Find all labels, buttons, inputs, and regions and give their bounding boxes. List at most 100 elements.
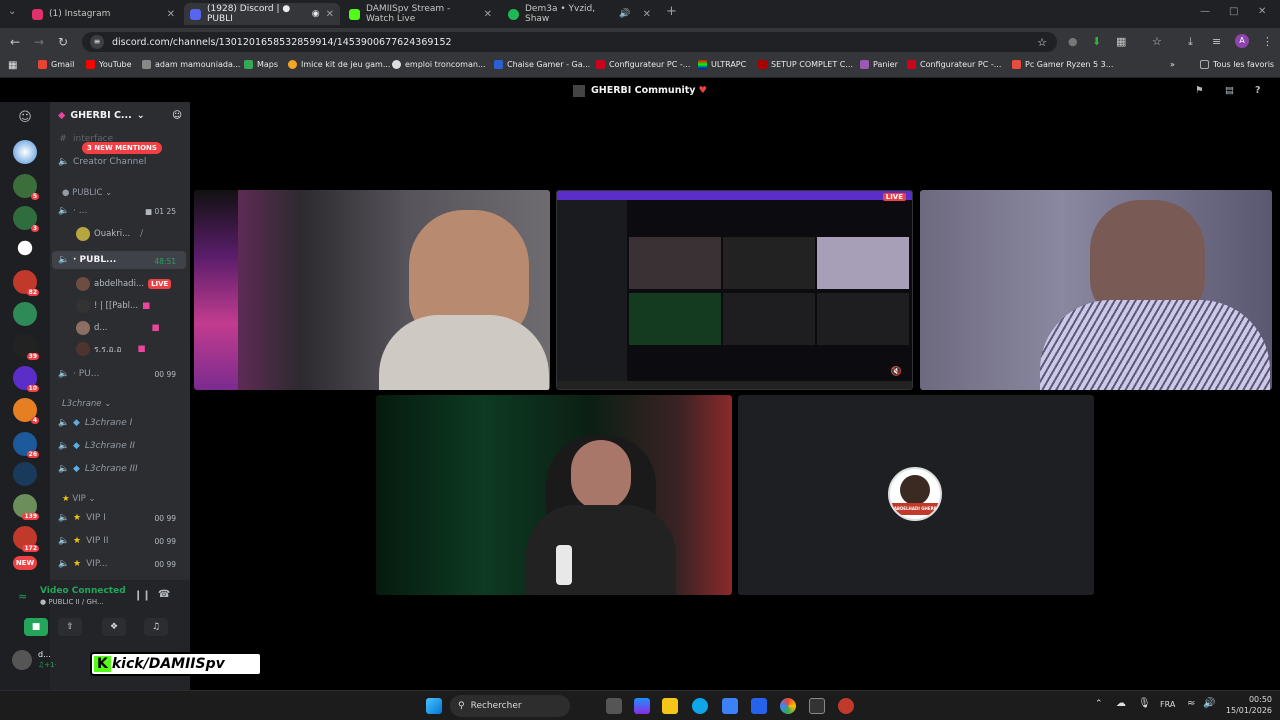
- bookmark-adam[interactable]: adam mamouniada...: [142, 60, 240, 69]
- bookmark-star-icon[interactable]: ☆: [1037, 36, 1047, 49]
- bookmarks-overflow-icon[interactable]: »: [1170, 60, 1175, 69]
- favorites-icon[interactable]: ☆: [1152, 35, 1162, 48]
- bookmark-maps[interactable]: Maps: [244, 60, 278, 69]
- copilot-icon[interactable]: [634, 698, 650, 714]
- new-tab-icon[interactable]: +: [666, 4, 677, 19]
- category-l3chrane[interactable]: L3chrane ⌄: [62, 399, 111, 409]
- bookmark-youtube[interactable]: YouTube: [86, 60, 132, 69]
- app-icon[interactable]: [838, 698, 854, 714]
- back-icon[interactable]: ←: [10, 35, 20, 49]
- bookmark-gmail[interactable]: Gmail: [38, 60, 74, 69]
- server-icon[interactable]: [13, 302, 37, 326]
- activities-button[interactable]: ❖: [102, 618, 126, 636]
- all-bookmarks[interactable]: Tous les favoris: [1200, 60, 1274, 69]
- server-header[interactable]: ◆ GHERBI C... ⌄ ☺: [58, 110, 182, 121]
- voice-user[interactable]: abdelhadi... LIVE: [76, 277, 172, 291]
- voice-user[interactable]: ร.ร.อ.อ ■: [76, 342, 145, 356]
- mute-icon[interactable]: 🔇: [891, 367, 902, 377]
- bookmark-pc-gamer[interactable]: Pc Gamer Ryzen 5 3...: [1012, 60, 1113, 69]
- bookmark-ultrapc[interactable]: ULTRAPC: [698, 60, 746, 69]
- tab-discord[interactable]: (1928) Discord | ● PUBLI ◉ ✕: [184, 3, 340, 25]
- task-view-icon[interactable]: [606, 698, 622, 714]
- server-icon[interactable]: 139: [13, 494, 39, 520]
- reload-icon[interactable]: ↻: [58, 35, 68, 49]
- server-icon[interactable]: 4: [13, 398, 39, 424]
- category-vip[interactable]: ★ VIP ⌄: [62, 494, 96, 504]
- video-tile-abdelhadi[interactable]: [194, 190, 550, 390]
- profile-avatar[interactable]: A: [1235, 34, 1249, 48]
- server-icon[interactable]: [13, 462, 37, 486]
- chrome-icon[interactable]: [780, 698, 796, 714]
- pin-icon[interactable]: ⚑: [1195, 80, 1204, 102]
- downloads-icon[interactable]: ⤓: [1188, 35, 1193, 49]
- extensions-puzzle-icon[interactable]: ▦: [1116, 35, 1126, 48]
- close-icon[interactable]: ✕: [326, 9, 334, 20]
- server-icon[interactable]: 82: [13, 270, 39, 296]
- maximize-icon[interactable]: □: [1229, 6, 1238, 17]
- screenshare-button[interactable]: ⇧: [58, 618, 82, 636]
- server-icon[interactable]: [13, 140, 37, 164]
- voice-channel-1[interactable]: 🔈 · ...: [58, 206, 87, 216]
- outlook-icon[interactable]: [751, 698, 767, 714]
- new-badge[interactable]: NEW: [13, 556, 37, 570]
- wifi-icon[interactable]: ≈: [1187, 698, 1195, 709]
- video-tile-user[interactable]: [920, 190, 1272, 390]
- bookmark-setup[interactable]: SETUP COMPLET C...: [758, 60, 853, 69]
- media-icon[interactable]: ≡: [1212, 35, 1221, 48]
- inbox-icon[interactable]: ▤: [1225, 80, 1234, 102]
- server-icon[interactable]: 39: [13, 334, 39, 360]
- voice-channel-vip-3[interactable]: 🔈 ★ VIP...: [58, 559, 108, 569]
- stream-screen-share[interactable]: LIVE 🔇: [556, 190, 913, 390]
- new-mentions-pill[interactable]: 3 NEW MENTIONS: [82, 142, 162, 154]
- bookmark-panier[interactable]: Panier: [860, 60, 898, 69]
- server-icon[interactable]: 10: [13, 366, 39, 392]
- tray-chevron-icon[interactable]: ⌃: [1095, 699, 1103, 709]
- taskbar-search[interactable]: ⚲ Rechercher: [450, 695, 570, 717]
- clock[interactable]: 00:50 15/01/2026: [1222, 694, 1272, 716]
- apps-icon[interactable]: ▦: [8, 60, 17, 71]
- extension-icon[interactable]: ●: [1068, 35, 1078, 48]
- server-icon[interactable]: 172: [13, 526, 39, 552]
- bookmark-configurateur-1[interactable]: Configurateur PC -...: [596, 60, 690, 69]
- microphone-icon[interactable]: 🎙: [1138, 698, 1151, 709]
- voice-user[interactable]: d... ■: [76, 321, 160, 335]
- url-input[interactable]: ≡ discord.com/channels/13012016585328599…: [82, 32, 1057, 52]
- voice-channel-l3chrane-3[interactable]: 🔈 ◆ L3chrane III: [58, 464, 138, 474]
- edge-icon[interactable]: [692, 698, 708, 714]
- disconnect-icon[interactable]: ☎: [158, 589, 170, 600]
- menu-icon[interactable]: ⋮: [1262, 35, 1273, 48]
- voice-channel-vip-1[interactable]: 🔈 ★ VIP I: [58, 513, 106, 523]
- user-avatar[interactable]: [12, 650, 32, 670]
- server-icon[interactable]: [14, 237, 36, 259]
- bookmark-imice[interactable]: Imice kit de jeu gam...: [288, 60, 390, 69]
- tray-app-icon[interactable]: ☁: [1116, 698, 1126, 709]
- video-tile-avatar[interactable]: ABDELHADI GHERBI: [738, 395, 1094, 595]
- start-icon[interactable]: [426, 698, 442, 714]
- voice-channel-public[interactable]: 🔈 · PUBL...: [58, 255, 116, 265]
- window-close-icon[interactable]: ✕: [1258, 6, 1266, 17]
- file-explorer-icon[interactable]: [662, 698, 678, 714]
- volume-icon[interactable]: 🔊: [1203, 698, 1215, 709]
- voice-user[interactable]: Ouakri... ⧸: [76, 227, 143, 241]
- close-icon[interactable]: ✕: [484, 9, 492, 20]
- store-icon[interactable]: [722, 698, 738, 714]
- language-indicator[interactable]: FRA: [1160, 700, 1175, 709]
- tab-instagram[interactable]: (1) Instagram ✕: [26, 3, 181, 25]
- server-icon[interactable]: 3: [13, 206, 39, 232]
- video-tile-streamer[interactable]: [376, 395, 732, 595]
- channel-creator[interactable]: 🔈 Creator Channel: [58, 157, 146, 167]
- bookmark-chaise[interactable]: Chaise Gamer - Ga...: [494, 60, 590, 69]
- site-info-icon[interactable]: ≡: [90, 35, 104, 49]
- camera-button[interactable]: ■: [24, 618, 48, 636]
- voice-user[interactable]: ! | [[Pabl... ■: [76, 299, 150, 313]
- close-icon[interactable]: ✕: [167, 9, 175, 20]
- voice-channel-l3chrane-2[interactable]: 🔈 ◆ L3chrane II: [58, 441, 135, 451]
- discord-home-icon[interactable]: ☺: [13, 106, 37, 130]
- close-icon[interactable]: ✕: [643, 9, 651, 20]
- category-public[interactable]: ● PUBLIC ⌄: [62, 188, 112, 198]
- server-icon[interactable]: 26: [13, 432, 39, 458]
- server-icon[interactable]: 5: [13, 174, 39, 200]
- audio-icon[interactable]: 🔊: [619, 9, 630, 19]
- forward-icon[interactable]: →: [34, 35, 44, 49]
- invite-icon[interactable]: ☺: [172, 110, 182, 121]
